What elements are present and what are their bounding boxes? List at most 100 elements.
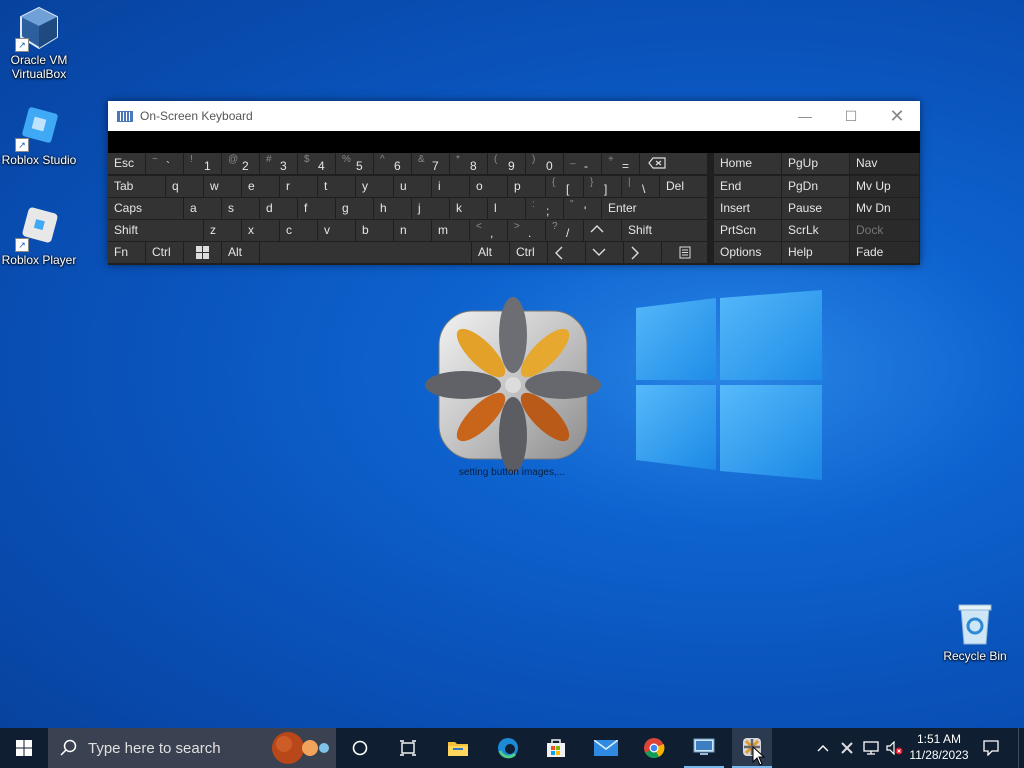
key-v[interactable]: v	[318, 220, 356, 241]
key-o[interactable]: o	[470, 176, 508, 197]
key-backslash[interactable]: | \	[622, 176, 660, 197]
key-menu[interactable]	[662, 242, 708, 263]
taskbar-chrome[interactable]	[634, 728, 674, 768]
key-k[interactable]: k	[450, 198, 488, 219]
network-button[interactable]	[860, 728, 882, 768]
key-8[interactable]: * 8	[450, 153, 488, 174]
key-prtscn[interactable]: PrtScn	[714, 220, 782, 241]
key-arrow-left[interactable]	[548, 242, 586, 263]
key-arrow-up[interactable]	[584, 220, 622, 241]
key-y[interactable]: y	[356, 176, 394, 197]
key-space[interactable]	[260, 242, 472, 263]
key-windows[interactable]	[184, 242, 222, 263]
key-5[interactable]: % 5	[336, 153, 374, 174]
key-end[interactable]: End	[714, 176, 782, 197]
key-alt-right[interactable]: Alt	[472, 242, 510, 263]
key-x[interactable]: x	[242, 220, 280, 241]
key-options[interactable]: Options	[714, 242, 782, 263]
cortana-button[interactable]	[340, 728, 380, 768]
key-z[interactable]: z	[204, 220, 242, 241]
key-c[interactable]: c	[280, 220, 318, 241]
minimize-button[interactable]: —	[782, 101, 828, 131]
key-fade[interactable]: Fade	[850, 242, 920, 263]
volume-button[interactable]	[884, 728, 906, 768]
key-shift-left[interactable]: Shift	[108, 220, 204, 241]
taskbar-edge[interactable]	[488, 728, 528, 768]
system-clock[interactable]: 1:51 AM 11/28/2023	[904, 731, 974, 763]
desktop-icon-recycle-bin[interactable]: Recycle Bin	[935, 602, 1015, 663]
key-b[interactable]: b	[356, 220, 394, 241]
key-a[interactable]: a	[184, 198, 222, 219]
key-4[interactable]: $4	[298, 153, 336, 174]
key-mv-dn[interactable]: Mv Dn	[850, 198, 920, 219]
taskbar-remote-app[interactable]	[684, 728, 724, 768]
key-pause[interactable]: Pause	[782, 198, 850, 219]
key-u[interactable]: u	[394, 176, 432, 197]
key-7[interactable]: & 7	[412, 153, 450, 174]
key-enter[interactable]: Enter	[602, 198, 708, 219]
key-period[interactable]: >.	[508, 220, 546, 241]
key-6[interactable]: ^ 6	[374, 153, 412, 174]
show-desktop-button[interactable]	[1018, 728, 1024, 768]
tray-app-icon[interactable]	[836, 728, 858, 768]
key-q[interactable]: q	[166, 176, 204, 197]
key-s[interactable]: s	[222, 198, 260, 219]
taskbar-store[interactable]	[536, 728, 576, 768]
key-tab[interactable]: Tab	[108, 176, 166, 197]
key-equals[interactable]: + =	[602, 153, 640, 174]
key-p[interactable]: p	[508, 176, 546, 197]
key-e[interactable]: e	[242, 176, 280, 197]
key-r[interactable]: r	[280, 176, 318, 197]
key-arrow-right[interactable]	[624, 242, 662, 263]
key-j[interactable]: j	[412, 198, 450, 219]
key-arrow-down[interactable]	[586, 242, 624, 263]
osk-titlebar[interactable]: On-Screen Keyboard — ☐ ✕	[108, 101, 920, 131]
key-backspace[interactable]	[640, 153, 708, 174]
desktop-icon-virtualbox[interactable]: ↗ Oracle VM VirtualBox	[0, 6, 79, 81]
key-1[interactable]: ! 1	[184, 153, 222, 174]
key-open-bracket[interactable]: {[	[546, 176, 584, 197]
key-caps[interactable]: Caps	[108, 198, 184, 219]
key-0[interactable]: ) 0	[526, 153, 564, 174]
key-nav[interactable]: Nav	[850, 153, 920, 174]
taskbar-search-box[interactable]: Type here to search	[48, 728, 336, 768]
close-button[interactable]: ✕	[874, 101, 920, 131]
key-slash[interactable]: ? /	[546, 220, 584, 241]
key-close-bracket[interactable]: }]	[584, 176, 622, 197]
key-pgup[interactable]: PgUp	[782, 153, 850, 174]
key-m[interactable]: m	[432, 220, 470, 241]
maximize-button[interactable]: ☐	[828, 101, 874, 131]
key-quote[interactable]: " '	[564, 198, 602, 219]
key-i[interactable]: i	[432, 176, 470, 197]
key-n[interactable]: n	[394, 220, 432, 241]
key-f[interactable]: f	[298, 198, 336, 219]
key-l[interactable]: l	[488, 198, 526, 219]
key-shift-right[interactable]: Shift	[622, 220, 708, 241]
key-pgdn[interactable]: PgDn	[782, 176, 850, 197]
key-g[interactable]: g	[336, 198, 374, 219]
key-semicolon[interactable]: :;	[526, 198, 564, 219]
key-3[interactable]: #3	[260, 153, 298, 174]
key-9[interactable]: (9	[488, 153, 526, 174]
key-2[interactable]: @2	[222, 153, 260, 174]
key-del[interactable]: Del	[660, 176, 708, 197]
start-button[interactable]	[0, 728, 48, 768]
key-ctrl-left[interactable]: Ctrl	[146, 242, 184, 263]
show-hidden-icons-button[interactable]	[812, 728, 834, 768]
desktop-icon-roblox-studio[interactable]: ↗ Roblox Studio	[0, 106, 79, 167]
key-minus[interactable]: _ -	[564, 153, 602, 174]
key-insert[interactable]: Insert	[714, 198, 782, 219]
key-w[interactable]: w	[204, 176, 242, 197]
key-fn[interactable]: Fn	[108, 242, 146, 263]
key-d[interactable]: d	[260, 198, 298, 219]
action-center-button[interactable]	[976, 728, 1006, 768]
key-ctrl-right[interactable]: Ctrl	[510, 242, 548, 263]
desktop-icon-roblox-player[interactable]: ↗ Roblox Player	[0, 206, 79, 267]
key-esc[interactable]: Esc	[108, 153, 146, 174]
key-dock[interactable]: Dock	[850, 220, 920, 241]
key-alt-left[interactable]: Alt	[222, 242, 260, 263]
key-mv-up[interactable]: Mv Up	[850, 176, 920, 197]
key-backtick[interactable]: ~ `	[146, 153, 184, 174]
key-h[interactable]: h	[374, 198, 412, 219]
key-t[interactable]: t	[318, 176, 356, 197]
